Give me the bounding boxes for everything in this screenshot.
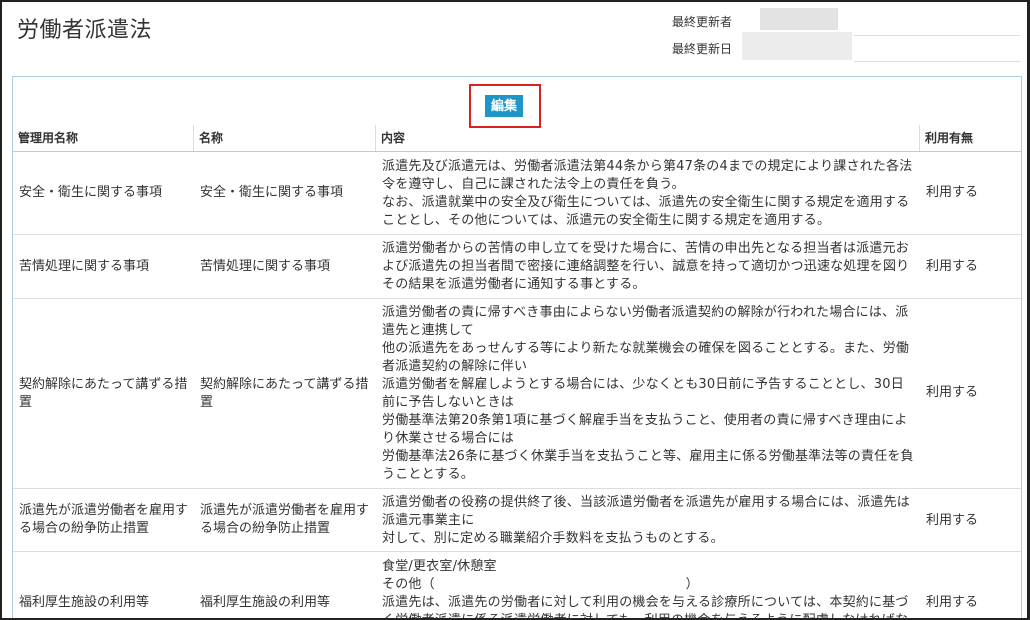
table-row-divider xyxy=(13,234,1021,235)
row-admin-name: 安全・衛生に関する事項 xyxy=(19,185,163,200)
row-name: 派遣先が派遣労働者を雇用する場合の紛争防止措置 xyxy=(200,503,370,536)
row-content: 食堂/更衣室/休憩室 その他（ ） 派遣先は、派遣先の労働者に対して利用の機会を… xyxy=(382,559,909,618)
updater-underline xyxy=(854,35,1020,36)
page-title: 労働者派遣法 xyxy=(17,18,153,43)
row-usage: 利用する xyxy=(926,259,979,274)
column-header-usage: 利用有無 xyxy=(925,131,974,145)
last-updated-label: 最終更新日 xyxy=(672,42,733,56)
window-frame: 労働者派遣法 最終更新者 最終更新日 編集 管理用名称 名称 内容 利用有無 安… xyxy=(0,0,1030,620)
row-content: 派遣労働者の責に帰すべき事由によらない労働者派遣契約の解除が行われた場合には、派… xyxy=(382,305,914,482)
row-admin-name: 福利厚生施設の利用等 xyxy=(19,595,150,610)
row-usage: 利用する xyxy=(926,385,979,400)
row-name: 契約解除にあたって講ずる措置 xyxy=(200,377,369,410)
row-name: 安全・衛生に関する事項 xyxy=(200,185,344,200)
row-admin-name: 苦情処理に関する事項 xyxy=(19,259,150,274)
row-name: 福利厚生施設の利用等 xyxy=(200,595,331,610)
row-usage: 利用する xyxy=(926,185,979,200)
redacted-updated-value xyxy=(742,32,852,60)
column-header-content: 内容 xyxy=(381,131,406,145)
row-admin-name: 契約解除にあたって講ずる措置 xyxy=(19,377,188,410)
row-content: 派遣先及び派遣元は、労働者派遣法第44条から第47条の4までの規定により課された… xyxy=(382,159,913,228)
row-content: 派遣労働者の役務の提供終了後、当該派遣労働者を派遣先が雇用する場合には、派遣先は… xyxy=(382,495,911,546)
column-header-admin-name: 管理用名称 xyxy=(18,131,79,145)
row-admin-name: 派遣先が派遣労働者を雇用する場合の紛争防止措置 xyxy=(19,503,189,536)
row-name: 苦情処理に関する事項 xyxy=(200,259,331,274)
table-row-divider xyxy=(13,488,1021,489)
table-header-divider xyxy=(13,151,1021,152)
table-row-divider xyxy=(13,551,1021,552)
row-usage: 利用する xyxy=(926,595,979,610)
redacted-updater-value xyxy=(760,8,838,30)
last-updater-label: 最終更新者 xyxy=(672,15,733,29)
column-header-name: 名称 xyxy=(199,131,224,145)
row-usage: 利用する xyxy=(926,513,979,528)
edit-button[interactable]: 編集 xyxy=(485,95,523,117)
updated-underline xyxy=(854,61,1020,62)
row-content: 派遣労働者からの苦情の申し立てを受けた場合に、苦情の申出先となる担当者は派遣元お… xyxy=(382,241,910,292)
table-row-divider xyxy=(13,298,1021,299)
